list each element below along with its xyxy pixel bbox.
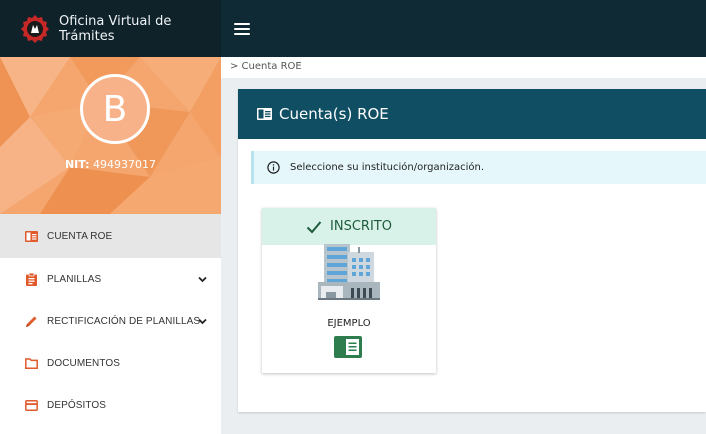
breadcrumb-item[interactable]: > Cuenta ROE <box>230 61 302 72</box>
info-icon <box>267 161 280 174</box>
organization-name: EJEMPLO <box>327 318 371 329</box>
sidebar: B NIT: 494937017 CUENTA ROE PLANILLAS RE… <box>0 57 221 434</box>
sidebar-item-label: DEPÓSITOS <box>47 399 107 411</box>
sidebar-item-label: PLANILLAS <box>47 273 102 285</box>
chevron-down-icon[interactable] <box>198 317 207 326</box>
credit-card-icon <box>25 399 38 412</box>
app-logo-icon[interactable] <box>20 14 50 44</box>
menu-toggle-icon[interactable] <box>234 22 250 36</box>
sidebar-menu: CUENTA ROE PLANILLAS RECTIFICACIÓN DE PL… <box>0 214 221 426</box>
sidebar-item-cuenta-roe[interactable]: CUENTA ROE <box>0 214 221 258</box>
app-title: Oficina Virtual de Trámites <box>59 13 172 44</box>
chevron-down-icon[interactable] <box>198 275 207 284</box>
clipboard-icon <box>25 272 38 286</box>
sidebar-item-rectificacion[interactable]: RECTIFICACIÓN DE PLANILLAS <box>0 300 221 342</box>
card-icon <box>257 108 272 120</box>
nit-label: NIT: <box>64 158 90 171</box>
status-text: INSCRITO <box>330 219 392 234</box>
organization-card[interactable]: INSCRITO EJEMPLO <box>262 208 436 373</box>
check-icon <box>306 220 322 233</box>
status-badge: INSCRITO <box>262 208 436 245</box>
pencil-icon <box>25 315 38 328</box>
info-message: Seleccione su institución/organización. <box>290 162 485 173</box>
nit-text: NIT: 494937017 <box>0 158 221 171</box>
brand-bar: Oficina Virtual de Trámites <box>0 0 221 57</box>
cuentas-panel: Cuenta(s) ROE Seleccione su institución/… <box>238 89 706 412</box>
breadcrumb: > Cuenta ROE <box>221 57 706 78</box>
profile-header: B NIT: 494937017 <box>0 57 221 214</box>
top-bar <box>221 0 706 57</box>
sidebar-item-label: CUENTA ROE <box>47 230 113 242</box>
avatar: B <box>80 74 150 144</box>
card-icon <box>25 230 38 243</box>
building-icon <box>318 244 380 300</box>
book-icon[interactable] <box>334 336 362 358</box>
info-alert: Seleccione su institución/organización. <box>251 151 706 184</box>
sidebar-item-label: DOCUMENTOS <box>47 357 121 369</box>
panel-header: Cuenta(s) ROE <box>238 89 706 139</box>
sidebar-item-depositos[interactable]: DEPÓSITOS <box>0 384 221 426</box>
sidebar-item-label: RECTIFICACIÓN DE PLANILLAS <box>47 315 201 327</box>
panel-title: Cuenta(s) ROE <box>279 105 389 123</box>
nit-value: 494937017 <box>93 158 157 171</box>
sidebar-item-planillas[interactable]: PLANILLAS <box>0 258 221 300</box>
folder-icon <box>25 357 38 370</box>
sidebar-item-documentos[interactable]: DOCUMENTOS <box>0 342 221 384</box>
